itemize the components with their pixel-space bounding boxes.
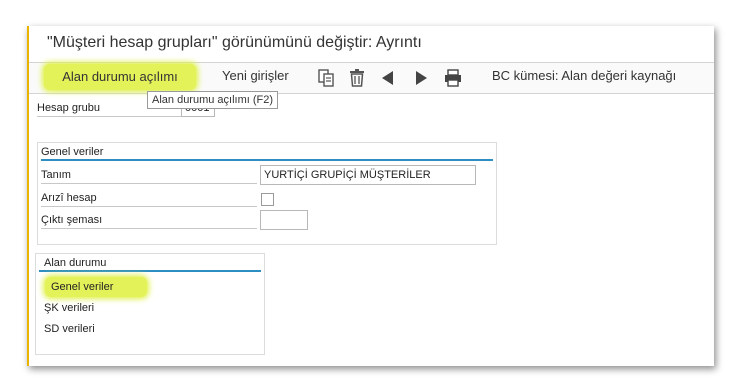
nav-item-general-data[interactable]: Genel veriler [45,277,147,297]
previous-icon[interactable] [378,68,398,88]
copy-icon[interactable] [316,68,336,88]
bc-set-button[interactable]: BC kümesi: Alan değeri kaynağı [492,68,676,83]
group-divider [41,159,493,161]
one-time-account-label: Arızî hesap [41,192,257,207]
description-field[interactable]: YURTİÇİ GRUPİÇİ MÜŞTERİLER [260,165,476,185]
general-data-heading: Genel veriler [41,146,104,158]
tooltip: Alan durumu açılımı (F2) [147,91,279,109]
page-title: "Müşteri hesap grupları" görünümünü deği… [47,34,422,51]
field-status-button[interactable]: Alan durumu açılımı [44,64,196,90]
output-schema-field[interactable] [260,210,308,230]
window: "Müşteri hesap grupları" görünümünü deği… [27,26,714,366]
new-entries-button[interactable]: Yeni girişler [222,68,289,83]
next-icon[interactable] [411,68,431,88]
delete-icon[interactable] [347,68,367,88]
description-label: Tanım [41,169,257,184]
field-status-group: Alan durumu Genel veriler ŞK verileri SD… [35,253,265,355]
print-icon[interactable] [443,68,463,88]
general-data-group: Genel veriler Tanım YURTİÇİ GRUPİÇİ MÜŞT… [37,142,497,245]
nav-item-company-code-data[interactable]: ŞK verileri [44,302,94,314]
group-divider [39,270,261,272]
one-time-account-checkbox[interactable] [261,193,274,206]
toolbar: Alan durumu açılımı Yeni girişler BC küm… [29,62,714,94]
output-schema-label: Çıktı şeması [41,214,257,229]
field-status-heading: Alan durumu [44,257,107,269]
nav-item-sales-data[interactable]: SD verileri [44,323,95,335]
